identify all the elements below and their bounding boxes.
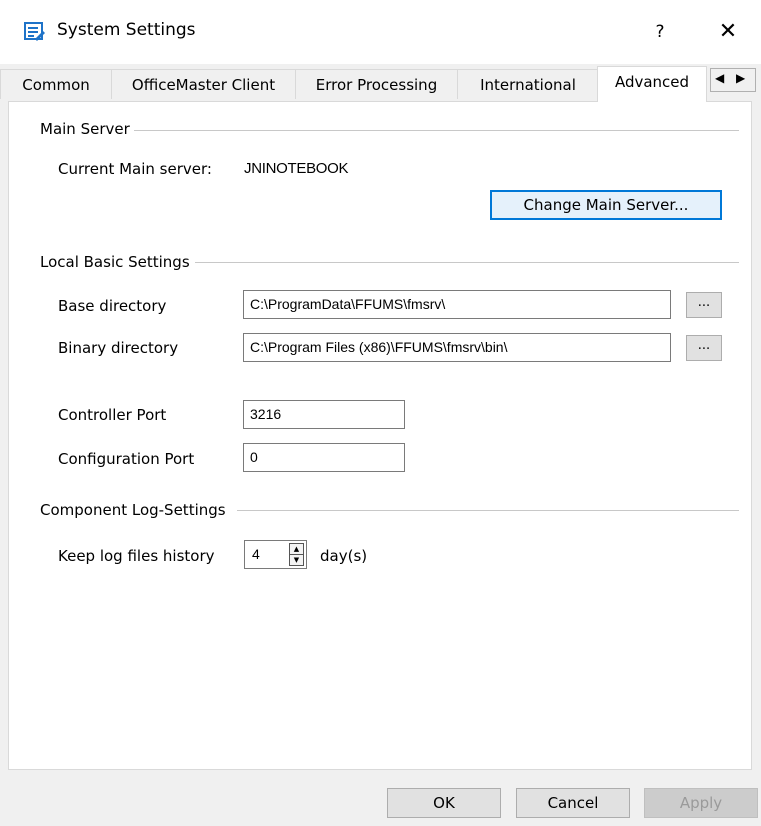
group-divider	[237, 510, 739, 511]
keep-log-history-label: Keep log files history	[58, 547, 215, 565]
ok-button[interactable]: OK	[387, 788, 501, 818]
tab-international[interactable]: International	[457, 69, 599, 99]
keep-log-history-value: 4	[252, 546, 260, 562]
tab-scroll-buttons: ◀ ▶	[710, 68, 756, 92]
stepper-up-icon[interactable]: ▲	[290, 544, 303, 555]
base-directory-field[interactable]: C:\ProgramData\FFUMS\fmsrv\	[243, 290, 671, 319]
settings-app-icon	[24, 22, 45, 41]
apply-button[interactable]: Apply	[644, 788, 758, 818]
window-title: System Settings	[57, 20, 196, 40]
close-button[interactable]: ✕	[704, 14, 752, 50]
tab-officemaster-client[interactable]: OfficeMaster Client	[111, 69, 296, 99]
stepper-down-icon[interactable]: ▼	[290, 555, 303, 565]
binary-directory-field[interactable]: C:\Program Files (x86)\FFUMS\fmsrv\bin\	[243, 333, 671, 362]
log-settings-group-title: Component Log-Settings	[40, 501, 230, 519]
binary-directory-browse-button[interactable]: ...	[686, 335, 722, 361]
scroll-right-icon[interactable]: ▶	[736, 71, 745, 85]
configuration-port-label: Configuration Port	[58, 450, 195, 468]
current-main-server-label: Current Main server:	[58, 160, 212, 178]
controller-port-label: Controller Port	[58, 406, 167, 424]
group-divider	[195, 262, 739, 263]
tab-common[interactable]: Common	[0, 69, 112, 99]
scroll-left-icon[interactable]: ◀	[715, 71, 724, 85]
stepper-buttons: ▲ ▼	[289, 543, 304, 566]
help-button[interactable]: ?	[640, 14, 680, 50]
group-divider	[119, 130, 739, 131]
dialog-footer: OK Cancel Apply	[0, 770, 761, 826]
tab-error-processing[interactable]: Error Processing	[295, 69, 458, 99]
controller-port-field[interactable]: 3216	[243, 400, 405, 429]
binary-directory-label: Binary directory	[58, 339, 179, 357]
current-main-server-value: JNINOTEBOOK	[244, 160, 349, 177]
configuration-port-field[interactable]: 0	[243, 443, 405, 472]
cancel-button[interactable]: Cancel	[516, 788, 630, 818]
change-main-server-button[interactable]: Change Main Server...	[490, 190, 722, 220]
days-unit-label: day(s)	[320, 547, 368, 565]
base-directory-label: Base directory	[58, 297, 167, 315]
local-basic-group-title: Local Basic Settings	[40, 253, 194, 271]
keep-log-history-stepper[interactable]: 4 ▲ ▼	[244, 540, 307, 569]
tab-advanced[interactable]: Advanced	[597, 66, 707, 102]
base-directory-browse-button[interactable]: ...	[686, 292, 722, 318]
main-server-group-title: Main Server	[40, 120, 134, 138]
advanced-panel: Main Server Current Main server: JNINOTE…	[8, 101, 752, 770]
title-bar: System Settings ? ✕	[0, 0, 761, 64]
